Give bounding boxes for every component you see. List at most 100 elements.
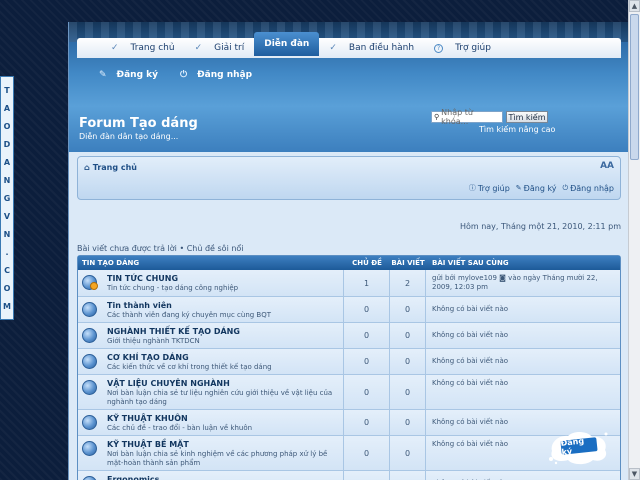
register-badge[interactable]: Đăng ký: [548, 429, 610, 467]
tab-trang-chu[interactable]: ✓ Trang chủ: [101, 38, 185, 58]
tab-label: Diễn đàn: [264, 39, 310, 49]
forum-row: NGHÀNH THIẾT KẾ TẠO DÁNG Giới thiệu nghà…: [78, 323, 620, 349]
forum-title-link[interactable]: VẬT LIỆU CHUYÊN NGHÀNH: [107, 379, 341, 388]
posts-count: 0: [390, 471, 426, 480]
help-icon: ⓘ: [468, 184, 476, 192]
brand-letter: N: [3, 175, 11, 185]
forum-text: KỸ THUẬT BỀ MẶT Nơi bàn luận chia sẻ kin…: [107, 440, 341, 468]
forum-text: KỸ THUẬT KHUÔN Các chủ đề - trao đổi - b…: [107, 414, 252, 433]
tab-tro-giup[interactable]: ? Trợ giúp: [424, 38, 501, 58]
forum-title-link[interactable]: KỸ THUẬT KHUÔN: [107, 414, 252, 423]
tab-ban-dieu-hanh[interactable]: ✓ Ban điều hành: [319, 38, 424, 58]
forum-cell: KỸ THUẬT KHUÔN Các chủ đề - trao đổi - b…: [78, 410, 344, 435]
register-icon: ✎: [515, 184, 522, 192]
forum-cell: CƠ KHÍ TẠO DÁNG Các kiến thức về cơ khí …: [78, 349, 344, 374]
forum-title-link[interactable]: Tin thành viên: [107, 301, 271, 310]
last-post-info: Không có bài viết nào: [426, 471, 620, 480]
register-badge-label: Đăng ký: [560, 436, 598, 457]
brand-strip[interactable]: TAODANGVN.COM: [0, 76, 14, 320]
forum-title-link[interactable]: KỸ THUẬT BỀ MẶT: [107, 440, 341, 449]
font-size-control[interactable]: AA: [600, 161, 614, 171]
forum-table-header: TIN TẠO DÁNG CHỦ ĐỀ BÀI VIẾT BÀI VIẾT SA…: [78, 256, 620, 270]
forum-description: Các thành viên đang ký chuyên mục cùng B…: [107, 311, 272, 319]
tab-label: Trợ giúp: [455, 43, 491, 53]
header-forum-title[interactable]: TIN TẠO DÁNG: [78, 259, 344, 267]
topics-count: 0: [344, 471, 390, 480]
check-icon: ✓: [111, 43, 119, 53]
forum-status-icon: [82, 328, 97, 343]
breadcrumb-bar: ⌂ Trang chủ AA ⓘ Trợ giúp ✎ Đăng ký ⏻ Đă…: [77, 156, 621, 200]
forum-status-icon: [82, 302, 97, 317]
forum-status-icon: [82, 476, 97, 480]
last-post-info: Không có bài viết nào: [432, 305, 509, 313]
brand-letter: G: [3, 193, 11, 203]
forum-text: NGHÀNH THIẾT KẾ TẠO DÁNG Giới thiệu nghà…: [107, 327, 240, 346]
search-icon: ⚲: [434, 113, 440, 121]
advanced-search-link[interactable]: Tìm kiếm nâng cao: [479, 125, 555, 134]
top-navigation: ✓ Trang chủ ✓ Giải trí Diễn đàn ✓ Ban đi…: [77, 32, 621, 58]
header-banner: ✓ Trang chủ ✓ Giải trí Diễn đàn ✓ Ban đi…: [69, 22, 629, 152]
forum-status-icon: [82, 441, 97, 456]
forum-cell: NGHÀNH THIẾT KẾ TẠO DÁNG Giới thiệu nghà…: [78, 323, 344, 348]
pencil-icon: ✎: [99, 70, 107, 80]
brand-letter: O: [3, 283, 11, 293]
site-title[interactable]: Forum Tạo dáng: [79, 116, 198, 131]
quick-links[interactable]: Bài viết chưa được trả lời • Chủ đề sôi …: [77, 244, 244, 253]
brand-letter: A: [3, 157, 11, 167]
vertical-scrollbar[interactable]: ▲ ▼: [628, 0, 640, 480]
forum-text: Ergonomics Nhân trắc học Ergonomics tron…: [107, 475, 283, 480]
login-link[interactable]: ⏻ Đăng nhập: [180, 70, 252, 80]
register-link[interactable]: ✎ Đăng ký: [516, 184, 557, 193]
scroll-up-arrow-icon[interactable]: ▲: [629, 0, 640, 12]
search-button[interactable]: Tìm kiếm: [506, 111, 548, 123]
brand-letter: V: [3, 211, 11, 221]
sub-navigation: ✎ Đăng ký ⏻ Đăng nhập: [99, 70, 274, 80]
tab-label: Giải trí: [214, 43, 245, 53]
topics-count: 0: [344, 297, 390, 322]
scroll-down-arrow-icon[interactable]: ▼: [629, 468, 640, 480]
forum-cell: KỸ THUẬT BỀ MẶT Nơi bàn luận chia sẻ kin…: [78, 436, 344, 470]
topics-count: 1: [344, 270, 390, 296]
forum-rows: TIN TỨC CHUNG Tin tức chung - tạo dáng c…: [78, 270, 620, 480]
scroll-thumb[interactable]: [630, 14, 639, 160]
forum-cell: Ergonomics Nhân trắc học Ergonomics tron…: [78, 471, 344, 480]
forum-status-icon: [82, 380, 97, 395]
forum-status-icon: [82, 354, 97, 369]
help-link[interactable]: ⓘ Trợ giúp: [469, 183, 510, 193]
home-icon: ⌂: [84, 163, 90, 172]
brand-letter: .: [5, 247, 9, 257]
posts-count: 0: [390, 323, 426, 348]
forum-title-link[interactable]: TIN TỨC CHUNG: [107, 274, 238, 283]
forum-description: Nơi bàn luận chia sẻ kinh nghiệm về các …: [107, 450, 328, 467]
forum-title-link[interactable]: NGHÀNH THIẾT KẾ TẠO DÁNG: [107, 327, 240, 336]
last-post-info: Không có bài viết nào: [432, 357, 509, 365]
power-icon: ⏻: [562, 183, 569, 192]
forum-row: KỸ THUẬT KHUÔN Các chủ đề - trao đổi - b…: [78, 410, 620, 436]
forum-row: Ergonomics Nhân trắc học Ergonomics tron…: [78, 471, 620, 480]
header-topics: CHỦ ĐỀ: [352, 259, 382, 267]
topics-count: 0: [344, 410, 390, 435]
tab-label: Trang chủ: [130, 43, 175, 53]
current-datetime: Hôm nay, Tháng một 21, 2010, 2:11 pm: [459, 222, 621, 231]
brand-letter: N: [3, 229, 11, 239]
forum-row: CƠ KHÍ TẠO DÁNG Các kiến thức về cơ khí …: [78, 349, 620, 375]
forum-container: ✓ Trang chủ ✓ Giải trí Diễn đàn ✓ Ban đi…: [68, 22, 630, 480]
breadcrumb[interactable]: ⌂ Trang chủ: [84, 163, 137, 172]
last-post-info: gửi bởi mylove109 ◙ vào ngày Tháng mười …: [432, 274, 598, 291]
topics-count: 0: [344, 349, 390, 374]
navbar-links: ⓘ Trợ giúp ✎ Đăng ký ⏻ Đăng nhập: [463, 183, 614, 193]
forum-row: TIN TỨC CHUNG Tin tức chung - tạo dáng c…: [78, 270, 620, 297]
login-link[interactable]: ⏻ Đăng nhập: [563, 184, 614, 193]
tab-giai-tri[interactable]: ✓ Giải trí: [185, 38, 255, 58]
register-link[interactable]: ✎ Đăng ký: [99, 70, 158, 80]
forum-title-link[interactable]: Ergonomics: [107, 475, 283, 480]
search-input[interactable]: ⚲ Nhập từ khóa...: [431, 108, 503, 126]
tab-dien-dan[interactable]: Diễn đàn: [254, 32, 320, 56]
forum-title-link[interactable]: CƠ KHÍ TẠO DÁNG: [107, 353, 272, 362]
posts-count: 0: [390, 349, 426, 374]
forum-table: TIN TẠO DÁNG CHỦ ĐỀ BÀI VIẾT BÀI VIẾT SA…: [77, 255, 621, 480]
forum-description: Nơi bàn luận chia sẻ tư liệu nghiên cứu …: [107, 389, 333, 406]
posts-count: 0: [390, 436, 426, 470]
forum-row: KỸ THUẬT BỀ MẶT Nơi bàn luận chia sẻ kin…: [78, 436, 620, 471]
forum-text: TIN TỨC CHUNG Tin tức chung - tạo dáng c…: [107, 274, 238, 294]
